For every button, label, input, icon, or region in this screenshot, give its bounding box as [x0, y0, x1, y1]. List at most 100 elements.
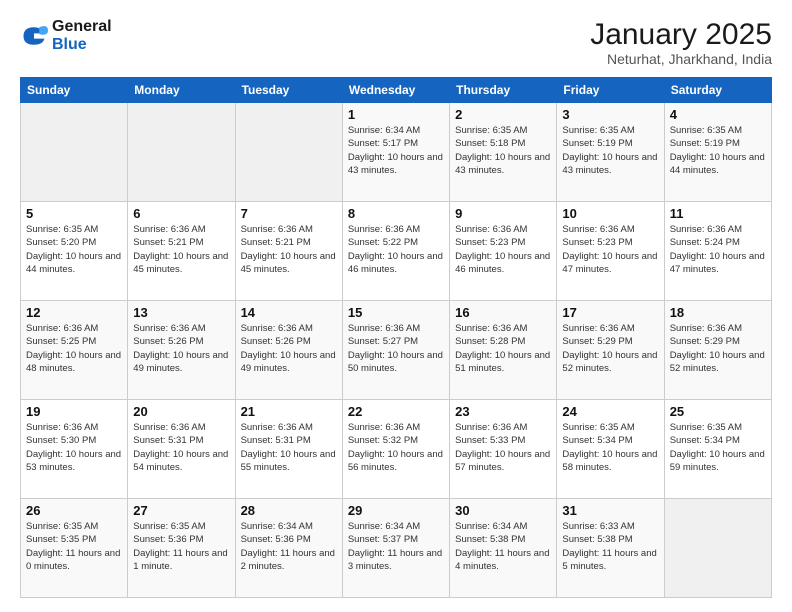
- day-number: 3: [562, 107, 658, 122]
- calendar-cell: 4 Sunrise: 6:35 AMSunset: 5:19 PMDaylight…: [664, 103, 771, 202]
- day-number: 11: [670, 206, 766, 221]
- calendar-cell: 30Sunrise: 6:34 AMSunset: 5:38 PMDayligh…: [450, 499, 557, 598]
- weekday-header-friday: Friday: [557, 78, 664, 103]
- calendar-week-3: 12 Sunrise: 6:36 AMSunset: 5:25 PMDayligh…: [21, 301, 772, 400]
- calendar-cell: [664, 499, 771, 598]
- cell-info: Sunrise: 6:35 AMSunset: 5:19 PMDaylight:…: [562, 124, 658, 177]
- calendar-cell: [21, 103, 128, 202]
- calendar-cell: 7Sunrise: 6:36 AMSunset: 5:21 PMDaylight…: [235, 202, 342, 301]
- title-block: January 2025 Neturhat, Jharkhand, India: [590, 18, 772, 67]
- cell-info: Sunrise: 6:33 AMSunset: 5:38 PMDaylight:…: [562, 520, 658, 573]
- day-number: 10: [562, 206, 658, 221]
- calendar-cell: 31 Sunrise: 6:33 AMSunset: 5:38 PMDayligh…: [557, 499, 664, 598]
- cell-info: Sunrise: 6:35 AMSunset: 5:36 PMDaylight:…: [133, 520, 229, 573]
- day-number: 18: [670, 305, 766, 320]
- calendar-cell: 23 Sunrise: 6:36 AMSunset: 5:33 PMDayligh…: [450, 400, 557, 499]
- calendar-cell: 18 Sunrise: 6:36 AMSunset: 5:29 PMDayligh…: [664, 301, 771, 400]
- cell-info: Sunrise: 6:36 AMSunset: 5:31 PMDaylight:…: [241, 421, 337, 474]
- calendar-week-1: 1 Sunrise: 6:34 AMSunset: 5:17 PMDaylight…: [21, 103, 772, 202]
- day-number: 31: [562, 503, 658, 518]
- cell-info: Sunrise: 6:35 AMSunset: 5:19 PMDaylight:…: [670, 124, 766, 177]
- cell-info: Sunrise: 6:36 AMSunset: 5:28 PMDaylight:…: [455, 322, 551, 375]
- weekday-header-saturday: Saturday: [664, 78, 771, 103]
- calendar-cell: 13 Sunrise: 6:36 AMSunset: 5:26 PMDayligh…: [128, 301, 235, 400]
- calendar-cell: 24Sunrise: 6:35 AMSunset: 5:34 PMDayligh…: [557, 400, 664, 499]
- day-number: 19: [26, 404, 122, 419]
- day-number: 12: [26, 305, 122, 320]
- weekday-header-wednesday: Wednesday: [342, 78, 449, 103]
- calendar-cell: 26 Sunrise: 6:35 AMSunset: 5:35 PMDayligh…: [21, 499, 128, 598]
- calendar-cell: 12 Sunrise: 6:36 AMSunset: 5:25 PMDayligh…: [21, 301, 128, 400]
- logo-text: General Blue: [52, 18, 112, 53]
- calendar-cell: 17Sunrise: 6:36 AMSunset: 5:29 PMDayligh…: [557, 301, 664, 400]
- calendar-cell: 10 Sunrise: 6:36 AMSunset: 5:23 PMDayligh…: [557, 202, 664, 301]
- day-number: 8: [348, 206, 444, 221]
- cell-info: Sunrise: 6:36 AMSunset: 5:26 PMDaylight:…: [241, 322, 337, 375]
- calendar-cell: 8 Sunrise: 6:36 AMSunset: 5:22 PMDaylight…: [342, 202, 449, 301]
- calendar-cell: 14Sunrise: 6:36 AMSunset: 5:26 PMDayligh…: [235, 301, 342, 400]
- calendar-cell: [128, 103, 235, 202]
- cell-info: Sunrise: 6:36 AMSunset: 5:21 PMDaylight:…: [133, 223, 229, 276]
- calendar-subtitle: Neturhat, Jharkhand, India: [590, 51, 772, 67]
- cell-info: Sunrise: 6:36 AMSunset: 5:26 PMDaylight:…: [133, 322, 229, 375]
- calendar-week-4: 19 Sunrise: 6:36 AMSunset: 5:30 PMDayligh…: [21, 400, 772, 499]
- day-number: 5: [26, 206, 122, 221]
- cell-info: Sunrise: 6:35 AMSunset: 5:20 PMDaylight:…: [26, 223, 122, 276]
- cell-info: Sunrise: 6:36 AMSunset: 5:27 PMDaylight:…: [348, 322, 444, 375]
- logo-icon: [20, 22, 48, 50]
- day-number: 2: [455, 107, 551, 122]
- cell-info: Sunrise: 6:36 AMSunset: 5:21 PMDaylight:…: [241, 223, 337, 276]
- weekday-header-row: SundayMondayTuesdayWednesdayThursdayFrid…: [21, 78, 772, 103]
- calendar-cell: 6 Sunrise: 6:36 AMSunset: 5:21 PMDaylight…: [128, 202, 235, 301]
- day-number: 16: [455, 305, 551, 320]
- weekday-header-monday: Monday: [128, 78, 235, 103]
- day-number: 26: [26, 503, 122, 518]
- calendar-cell: 21 Sunrise: 6:36 AMSunset: 5:31 PMDayligh…: [235, 400, 342, 499]
- cell-info: Sunrise: 6:36 AMSunset: 5:29 PMDaylight:…: [670, 322, 766, 375]
- cell-info: Sunrise: 6:34 AMSunset: 5:36 PMDaylight:…: [241, 520, 337, 573]
- calendar-cell: 15 Sunrise: 6:36 AMSunset: 5:27 PMDayligh…: [342, 301, 449, 400]
- day-number: 13: [133, 305, 229, 320]
- calendar-cell: 19 Sunrise: 6:36 AMSunset: 5:30 PMDayligh…: [21, 400, 128, 499]
- calendar-title: January 2025: [590, 18, 772, 51]
- calendar-week-5: 26 Sunrise: 6:35 AMSunset: 5:35 PMDayligh…: [21, 499, 772, 598]
- calendar-cell: 29 Sunrise: 6:34 AMSunset: 5:37 PMDayligh…: [342, 499, 449, 598]
- weekday-header-sunday: Sunday: [21, 78, 128, 103]
- calendar-week-2: 5 Sunrise: 6:35 AMSunset: 5:20 PMDaylight…: [21, 202, 772, 301]
- day-number: 27: [133, 503, 229, 518]
- weekday-header-tuesday: Tuesday: [235, 78, 342, 103]
- page: General Blue January 2025 Neturhat, Jhar…: [0, 0, 792, 612]
- day-number: 4: [670, 107, 766, 122]
- cell-info: Sunrise: 6:36 AMSunset: 5:32 PMDaylight:…: [348, 421, 444, 474]
- cell-info: Sunrise: 6:35 AMSunset: 5:34 PMDaylight:…: [670, 421, 766, 474]
- cell-info: Sunrise: 6:36 AMSunset: 5:23 PMDaylight:…: [562, 223, 658, 276]
- cell-info: Sunrise: 6:36 AMSunset: 5:25 PMDaylight:…: [26, 322, 122, 375]
- cell-info: Sunrise: 6:36 AMSunset: 5:24 PMDaylight:…: [670, 223, 766, 276]
- day-number: 22: [348, 404, 444, 419]
- day-number: 9: [455, 206, 551, 221]
- calendar-cell: 2Sunrise: 6:35 AMSunset: 5:18 PMDaylight…: [450, 103, 557, 202]
- day-number: 29: [348, 503, 444, 518]
- cell-info: Sunrise: 6:34 AMSunset: 5:17 PMDaylight:…: [348, 124, 444, 177]
- calendar-cell: 20Sunrise: 6:36 AMSunset: 5:31 PMDayligh…: [128, 400, 235, 499]
- cell-info: Sunrise: 6:36 AMSunset: 5:22 PMDaylight:…: [348, 223, 444, 276]
- day-number: 15: [348, 305, 444, 320]
- day-number: 30: [455, 503, 551, 518]
- cell-info: Sunrise: 6:34 AMSunset: 5:37 PMDaylight:…: [348, 520, 444, 573]
- calendar-cell: 27 Sunrise: 6:35 AMSunset: 5:36 PMDayligh…: [128, 499, 235, 598]
- day-number: 21: [241, 404, 337, 419]
- day-number: 23: [455, 404, 551, 419]
- cell-info: Sunrise: 6:36 AMSunset: 5:29 PMDaylight:…: [562, 322, 658, 375]
- header: General Blue January 2025 Neturhat, Jhar…: [20, 18, 772, 67]
- calendar-cell: 3 Sunrise: 6:35 AMSunset: 5:19 PMDaylight…: [557, 103, 664, 202]
- cell-info: Sunrise: 6:35 AMSunset: 5:34 PMDaylight:…: [562, 421, 658, 474]
- day-number: 1: [348, 107, 444, 122]
- calendar-table: SundayMondayTuesdayWednesdayThursdayFrid…: [20, 77, 772, 598]
- calendar-cell: 25Sunrise: 6:35 AMSunset: 5:34 PMDayligh…: [664, 400, 771, 499]
- calendar-cell: 9Sunrise: 6:36 AMSunset: 5:23 PMDaylight…: [450, 202, 557, 301]
- cell-info: Sunrise: 6:35 AMSunset: 5:35 PMDaylight:…: [26, 520, 122, 573]
- cell-info: Sunrise: 6:36 AMSunset: 5:30 PMDaylight:…: [26, 421, 122, 474]
- cell-info: Sunrise: 6:36 AMSunset: 5:33 PMDaylight:…: [455, 421, 551, 474]
- day-number: 6: [133, 206, 229, 221]
- weekday-header-thursday: Thursday: [450, 78, 557, 103]
